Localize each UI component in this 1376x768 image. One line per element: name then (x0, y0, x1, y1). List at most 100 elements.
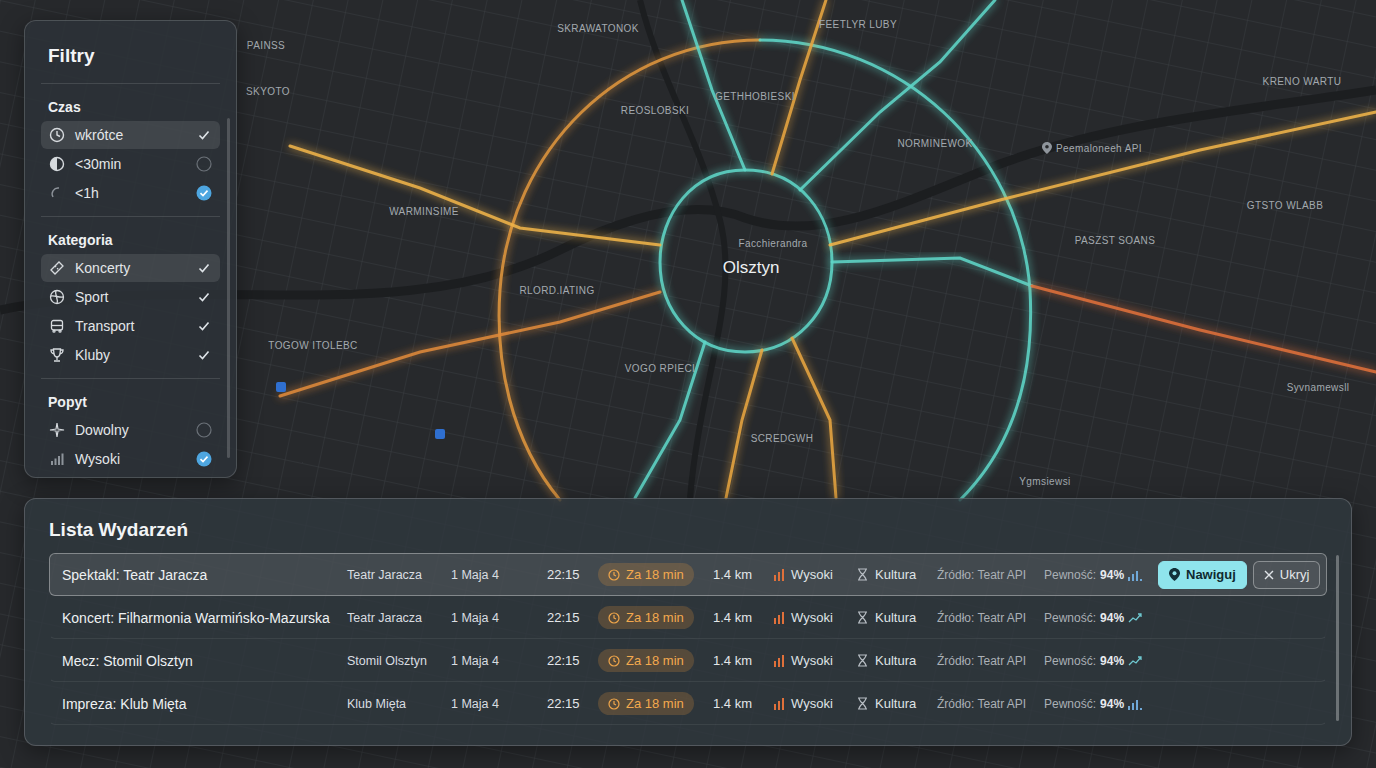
map-label: PASZST SOANS (1075, 235, 1156, 246)
demand-bars-icon (773, 612, 785, 624)
event-address: 1 Maja 4 (451, 654, 547, 668)
filter-label: Dowolny (75, 422, 196, 438)
map-label: NORMINEWOK (897, 138, 972, 149)
event-time: 22:15 (547, 696, 598, 711)
radio-checked-icon (196, 451, 212, 467)
road (290, 146, 660, 245)
map-label: SKRAWATONOK (557, 23, 639, 34)
signal-bars-icon (1128, 569, 1142, 581)
event-address: 1 Maja 4 (451, 697, 547, 711)
event-source: Źródło: Teatr API (937, 654, 1044, 668)
hourglass-icon (856, 697, 869, 710)
bus-icon (49, 318, 65, 334)
filter-item[interactable]: wkrótce (41, 121, 220, 149)
filter-mark[interactable] (196, 127, 212, 143)
event-source: Źródło: Teatr API (937, 568, 1044, 582)
map-label: KRENO WARTU (1263, 76, 1342, 87)
section-heading: Czas (48, 98, 220, 116)
filter-mark[interactable] (196, 422, 212, 438)
filter-item[interactable]: Kluby (41, 341, 220, 369)
event-list-panel: Lista WydarzeńSpektakl: Teatr JaraczaTea… (24, 498, 1352, 746)
navigate-button[interactable]: Nawiguj (1158, 561, 1247, 589)
road (660, 170, 832, 352)
marker-icon[interactable] (276, 382, 445, 439)
event-time: 22:15 (547, 653, 598, 668)
filter-item[interactable]: Transport (41, 312, 220, 340)
demand-bars-icon (773, 655, 785, 667)
filters-panel: FiltryCzaswkrótce<30min<1hKategoriaKonce… (24, 20, 237, 478)
event-confidence: Pewność:94% (1044, 611, 1158, 625)
filter-mark[interactable] (196, 260, 212, 276)
filter-item[interactable]: Sport (41, 283, 220, 311)
filter-mark[interactable] (196, 451, 212, 467)
road (800, 0, 995, 190)
event-row[interactable]: Koncert: Filharmonia Warmińsko-MazurskaT… (49, 596, 1327, 639)
event-name: Koncert: Filharmonia Warmińsko-Mazurska (62, 610, 347, 626)
filter-item[interactable]: <1h (41, 179, 220, 207)
event-venue: Teatr Jaracza (347, 611, 451, 625)
map-label: GTSTO WLABB (1247, 200, 1323, 211)
event-address: 1 Maja 4 (451, 611, 547, 625)
check-icon (197, 128, 211, 142)
event-list-title: Lista Wydarzeń (49, 517, 1327, 543)
trend-up-icon (1128, 612, 1142, 624)
row-actions: NawigujUkryj (1158, 561, 1326, 589)
filter-label: Wysoki (75, 451, 196, 467)
filter-label: Transport (75, 318, 196, 334)
close-icon (1264, 570, 1274, 580)
app-screen: PAINSSSKYOTOSKRAWATONOKFEETLYR LUBYKRENO… (0, 0, 1376, 768)
filter-mark[interactable] (196, 289, 212, 305)
event-row[interactable]: Impreza: Klub MiętaKlub Mięta1 Maja 422:… (49, 682, 1327, 725)
filter-mark[interactable] (196, 347, 212, 363)
filter-mark[interactable] (196, 156, 212, 172)
eta-cell: Za 18 min (598, 563, 713, 586)
event-name: Impreza: Klub Mięta (62, 696, 347, 712)
road (830, 112, 1376, 245)
clock-icon (608, 612, 620, 624)
filter-mark[interactable] (196, 318, 212, 334)
hide-button[interactable]: Ukryj (1253, 561, 1321, 589)
event-demand: Wysoki (773, 567, 856, 582)
event-distance: 1.4 km (713, 653, 773, 668)
filter-label: wkrótce (75, 127, 196, 143)
scrollbar[interactable] (227, 118, 230, 458)
event-venue: Stomil Olsztyn (347, 654, 451, 668)
event-address: 1 Maja 4 (451, 568, 547, 582)
map-label: Peemaloneeh API (1042, 142, 1142, 154)
filter-item[interactable]: Koncerty (41, 254, 220, 282)
signal-bars-icon (1128, 698, 1142, 710)
check-icon (197, 348, 211, 362)
filter-item[interactable]: Wysoki (41, 445, 220, 473)
map-label: Syvnamewsll (1287, 382, 1350, 393)
demand-bars-icon (773, 569, 785, 581)
demand-bars-icon (773, 698, 785, 710)
map-label: Ygmsiewsi (1019, 476, 1070, 487)
event-demand: Wysoki (773, 610, 856, 625)
filter-label: <1h (75, 185, 196, 201)
filter-section: KategoriaKoncertySportTransportKluby (41, 216, 220, 378)
event-confidence: Pewność:94% (1044, 568, 1158, 582)
event-demand: Wysoki (773, 653, 856, 668)
event-name: Spektakl: Teatr Jaracza (62, 567, 347, 583)
check-icon (197, 290, 211, 304)
eta-badge: Za 18 min (598, 649, 694, 672)
clock-icon (608, 569, 620, 581)
event-row[interactable]: Spektakl: Teatr JaraczaTeatr Jaracza1 Ma… (49, 553, 1327, 596)
scrollbar[interactable] (1336, 555, 1339, 721)
check-icon (197, 261, 211, 275)
eta-badge: Za 18 min (598, 692, 694, 715)
road (726, 350, 762, 498)
half-icon (49, 156, 65, 172)
event-rows: Spektakl: Teatr JaraczaTeatr Jaracza1 Ma… (49, 553, 1327, 725)
filter-mark[interactable] (196, 185, 212, 201)
filter-label: Koncerty (75, 260, 196, 276)
event-source: Źródło: Teatr API (937, 611, 1044, 625)
event-row[interactable]: Mecz: Stomil OlsztynStomil Olsztyn1 Maja… (49, 639, 1327, 682)
clock-icon (608, 698, 620, 710)
filter-item[interactable]: Dowolny (41, 416, 220, 444)
eta-badge: Za 18 min (598, 563, 694, 586)
map-label: VOGO RPIECI (625, 363, 696, 374)
section-heading: Popyt (48, 393, 220, 411)
bars-icon (49, 451, 65, 467)
filter-item[interactable]: <30min (41, 150, 220, 178)
